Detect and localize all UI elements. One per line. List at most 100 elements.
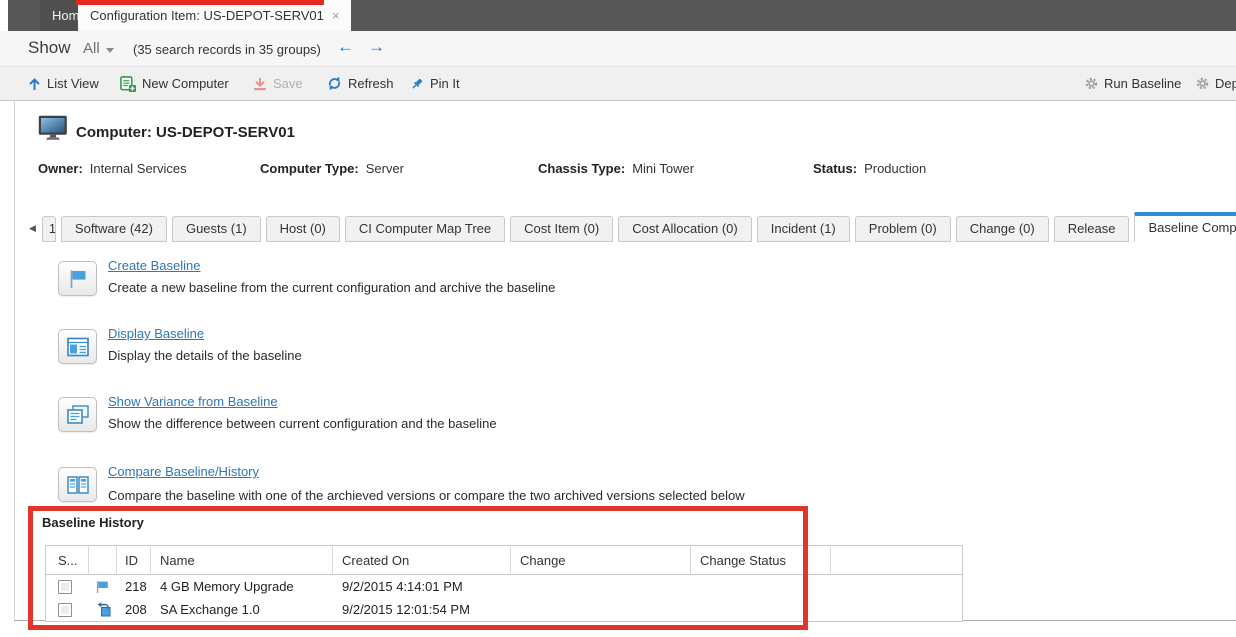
icon-cell — [89, 580, 117, 594]
baseline-history-table: S... ID Name Created On Change Change St… — [45, 545, 963, 622]
section-tab-strip: ◀ 1) Software (42) Guests (1) Host (0) C… — [14, 212, 1236, 242]
action-create-baseline: Create Baseline Create a new baseline fr… — [0, 258, 1236, 318]
create-baseline-link[interactable]: Create Baseline — [108, 258, 201, 273]
list-view-label: List View — [47, 76, 99, 91]
show-label: Show — [28, 38, 71, 58]
compare-icon — [67, 475, 89, 495]
create-baseline-description: Create a new baseline from the current c… — [108, 280, 555, 295]
column-header-name[interactable]: Name — [151, 546, 333, 574]
select-cell — [46, 580, 89, 594]
gear-icon — [1085, 77, 1098, 90]
show-variance-button[interactable] — [58, 397, 97, 432]
display-baseline-link[interactable]: Display Baseline — [108, 326, 204, 341]
create-baseline-button[interactable] — [58, 261, 97, 296]
new-computer-button[interactable]: New Computer — [120, 67, 229, 100]
pin-it-button[interactable]: Pin It — [410, 67, 460, 100]
save-icon — [253, 77, 267, 91]
new-computer-label: New Computer — [142, 76, 229, 91]
gear-icon — [1196, 77, 1209, 90]
pushpin-icon — [410, 77, 424, 91]
table-header-row: S... ID Name Created On Change Change St… — [46, 546, 962, 575]
next-record-button[interactable]: → — [368, 37, 385, 57]
tab-problem[interactable]: Problem (0) — [855, 216, 951, 242]
name-cell: 4 GB Memory Upgrade — [151, 579, 333, 594]
field-value: Mini Tower — [632, 161, 694, 176]
toolbar: List View New Computer Save Refresh — [0, 66, 1236, 101]
action-compare-baseline-history: Compare Baseline/History Compare the bas… — [0, 464, 1236, 524]
column-header-select[interactable]: S... — [46, 546, 89, 574]
refresh-label: Refresh — [348, 76, 394, 91]
baseline-history-title: Baseline History — [42, 515, 144, 530]
up-arrow-icon — [28, 77, 41, 91]
row-checkbox[interactable] — [58, 580, 72, 594]
field-value: Internal Services — [90, 161, 187, 176]
computer-monitor-icon — [38, 115, 68, 145]
run-baseline-button[interactable]: Run Baseline — [1085, 67, 1181, 100]
field-label: Chassis Type: — [538, 161, 625, 176]
column-header-created-on[interactable]: Created On — [333, 546, 511, 574]
tab-change[interactable]: Change (0) — [956, 216, 1049, 242]
chevron-down-icon — [106, 48, 114, 53]
flag-icon — [67, 268, 89, 290]
field-value: Server — [366, 161, 404, 176]
column-header-id[interactable]: ID — [117, 546, 151, 574]
field-label: Status: — [813, 161, 857, 176]
compare-baseline-button[interactable] — [58, 467, 97, 502]
icon-cell — [89, 602, 117, 617]
deploy-button[interactable]: Dep — [1196, 67, 1236, 100]
column-header-change-status[interactable]: Change Status — [691, 546, 831, 574]
row-checkbox[interactable] — [58, 603, 72, 617]
id-cell: 208 — [117, 602, 151, 617]
tab-guests[interactable]: Guests (1) — [172, 216, 261, 242]
tab-incident[interactable]: Incident (1) — [757, 216, 850, 242]
field-label: Owner: — [38, 161, 83, 176]
show-filter-value: All — [83, 40, 100, 57]
name-cell: SA Exchange 1.0 — [151, 602, 333, 617]
compare-baseline-link[interactable]: Compare Baseline/History — [108, 464, 259, 479]
show-variance-link[interactable]: Show Variance from Baseline — [108, 394, 278, 409]
tab-overflow-partial[interactable]: 1) — [42, 216, 56, 242]
tab-baseline-comparison[interactable]: Baseline Comparison — [1134, 212, 1236, 242]
compare-baseline-description: Compare the baseline with one of the arc… — [108, 488, 745, 503]
tab-cost-allocation[interactable]: Cost Allocation (0) — [618, 216, 752, 242]
window-tab-configuration-item[interactable]: Configuration Item: US-DEPOT-SERV01 × — [78, 0, 351, 31]
save-label: Save — [273, 76, 303, 91]
tab-software[interactable]: Software (42) — [61, 216, 167, 242]
show-filter-dropdown[interactable]: All — [83, 40, 114, 57]
deploy-label: Dep — [1215, 76, 1236, 91]
display-baseline-button[interactable] — [58, 329, 97, 364]
save-button[interactable]: Save — [253, 67, 303, 100]
column-header-icon[interactable] — [89, 546, 117, 574]
column-header-change[interactable]: Change — [511, 546, 691, 574]
field-owner: Owner: Internal Services — [38, 161, 187, 176]
variance-icon — [67, 405, 89, 425]
run-baseline-label: Run Baseline — [1104, 76, 1181, 91]
tab-scroll-left-icon[interactable]: ◀ — [29, 223, 36, 234]
tab-release[interactable]: Release — [1054, 216, 1130, 242]
field-value: Production — [864, 161, 926, 176]
tab-ci-computer-map-tree[interactable]: CI Computer Map Tree — [345, 216, 505, 242]
select-cell — [46, 603, 89, 617]
refresh-button[interactable]: Refresh — [327, 67, 394, 100]
action-display-baseline: Display Baseline Display the details of … — [0, 326, 1236, 386]
list-view-button[interactable]: List View — [28, 67, 99, 100]
tab-host[interactable]: Host (0) — [266, 216, 340, 242]
search-nav-row: Show All (35 search records in 35 groups… — [0, 31, 1236, 66]
window-tab-bar: Home × Configuration Item: US-DEPOT-SERV… — [8, 0, 1236, 31]
field-chassis-type: Chassis Type: Mini Tower — [538, 161, 694, 176]
search-records-count: (35 search records in 35 groups) — [133, 42, 321, 57]
display-baseline-description: Display the details of the baseline — [108, 348, 302, 363]
field-computer-type: Computer Type: Server — [260, 161, 404, 176]
page-title: Computer: US-DEPOT-SERV01 — [76, 124, 295, 141]
refresh-icon — [327, 76, 342, 91]
previous-record-button[interactable]: ← — [337, 37, 354, 57]
restore-icon — [95, 602, 111, 617]
tab-cost-item[interactable]: Cost Item (0) — [510, 216, 613, 242]
flag-icon — [95, 580, 109, 594]
action-show-variance: Show Variance from Baseline Show the dif… — [0, 394, 1236, 454]
field-label: Computer Type: — [260, 161, 359, 176]
table-row[interactable]: 218 4 GB Memory Upgrade 9/2/2015 4:14:01… — [46, 575, 962, 598]
close-icon[interactable]: × — [332, 8, 340, 23]
table-row[interactable]: 208 SA Exchange 1.0 9/2/2015 12:01:54 PM — [46, 598, 962, 621]
column-header-extra — [831, 546, 962, 574]
